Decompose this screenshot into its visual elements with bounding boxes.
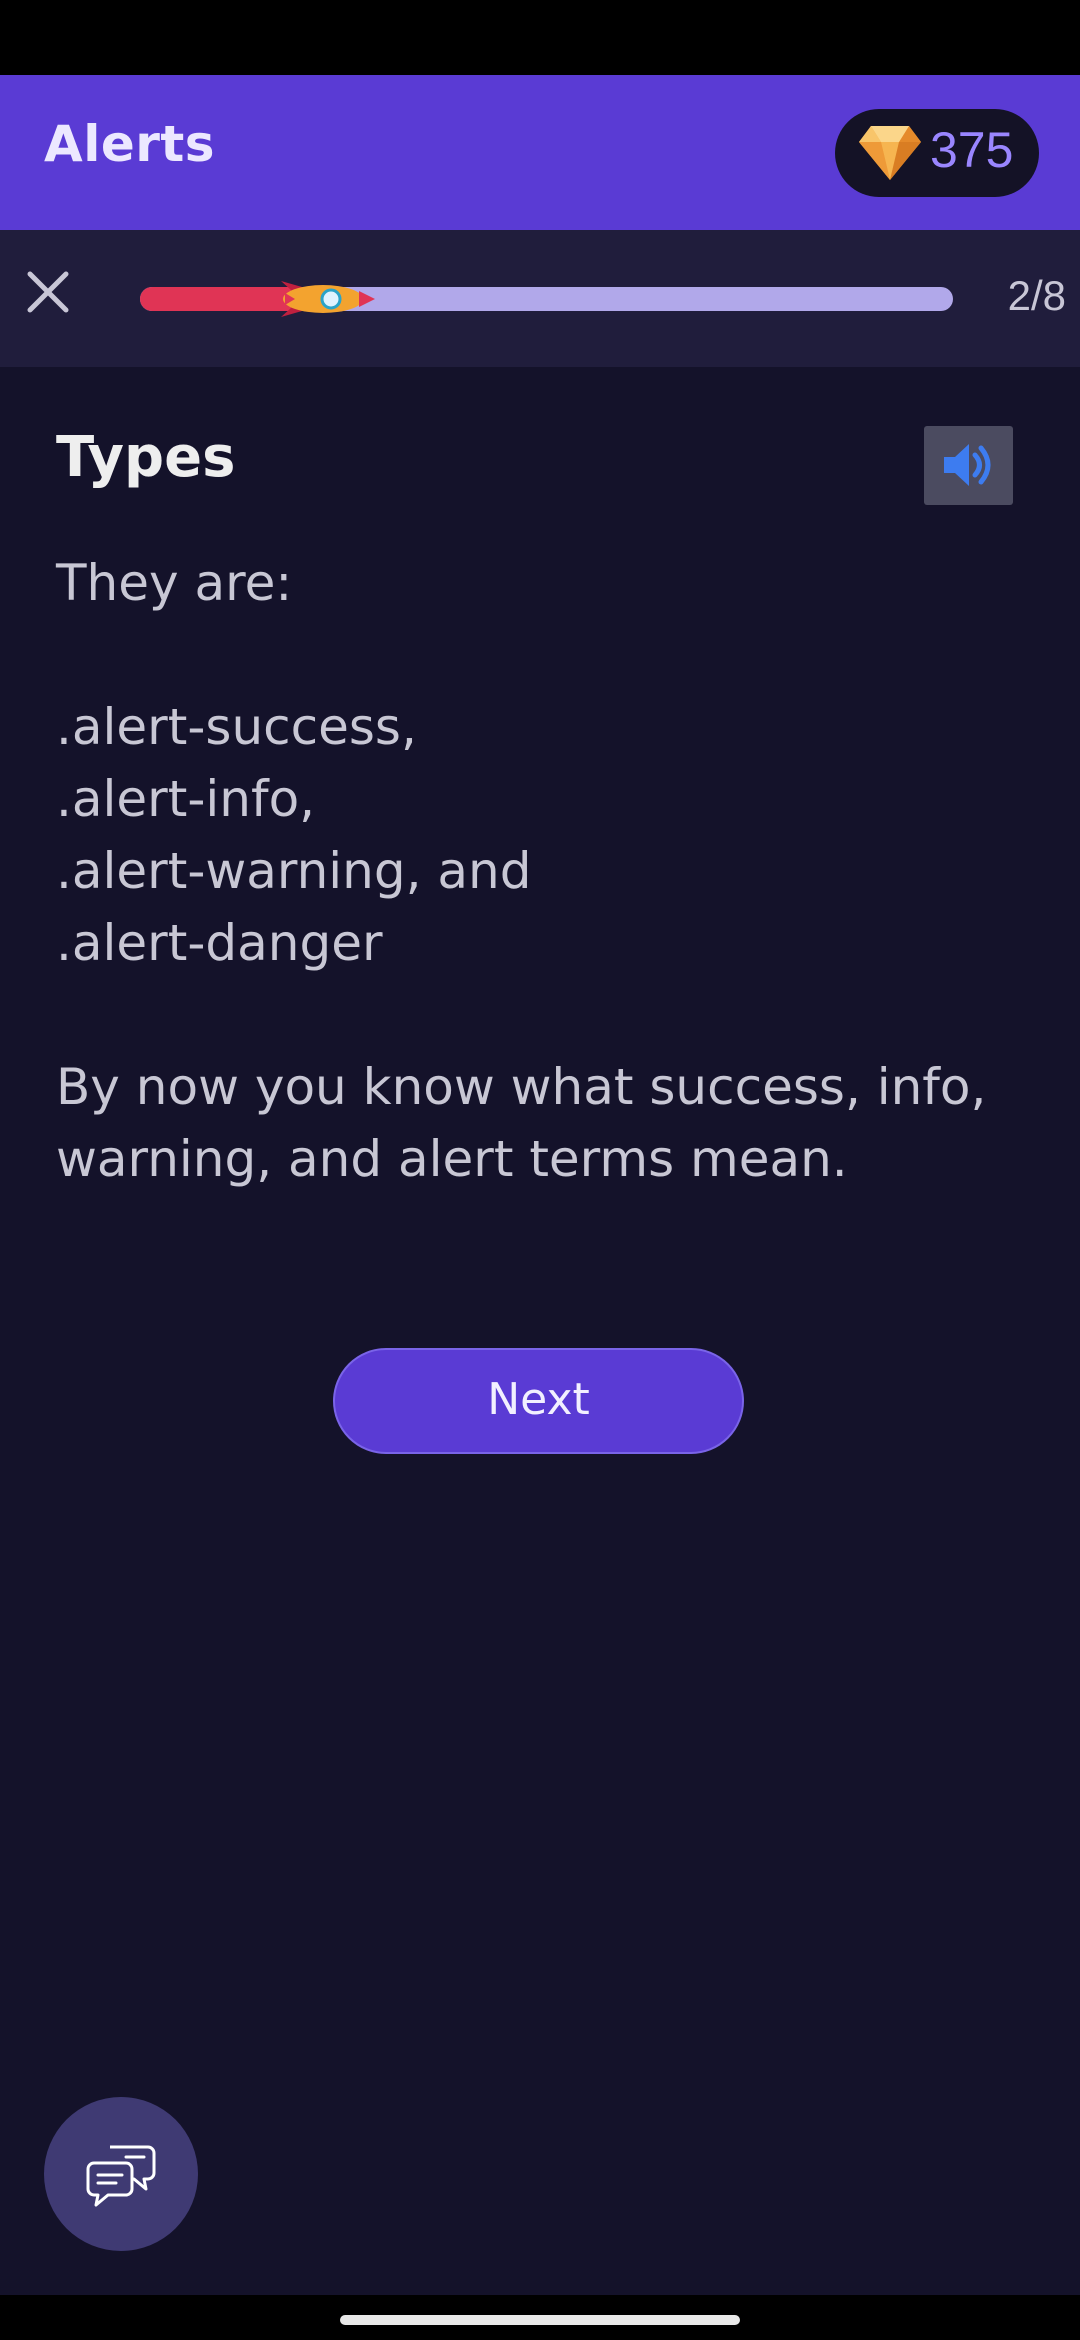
status-bar [0,0,1080,75]
list-item: .alert-warning, and [56,842,532,900]
lesson-title: Types [56,425,236,490]
chat-bubbles-icon [86,2145,156,2207]
speaker-icon [944,444,991,486]
lesson-intro: They are: [56,554,293,612]
close-button[interactable] [18,262,78,322]
list-item: .alert-success, [56,698,417,756]
progress-track [140,281,953,317]
page-title: Alerts [44,115,216,173]
sound-button[interactable] [924,426,1013,505]
next-button[interactable]: Next [333,1348,744,1454]
lesson-progress-bar: 2/8 [0,230,1080,367]
progress-count: 2/8 [1007,272,1066,319]
gems-badge[interactable]: 375 [835,109,1039,197]
close-icon [27,271,69,313]
home-indicator[interactable] [340,2315,740,2325]
list-item: .alert-danger [56,914,383,972]
list-item: .alert-info, [56,770,316,828]
system-nav-bar [0,2295,1080,2340]
lesson-content: Types They are: .alert-success, .alert-i… [0,367,1080,2295]
gems-count: 375 [930,122,1014,178]
diamond-gem-icon [859,126,921,180]
chat-button[interactable] [44,2097,198,2251]
rocket-icon [281,281,376,317]
lesson-summary: By now you know what success, info, warn… [56,1058,987,1188]
app-header: Alerts 375 [0,75,1080,230]
lesson-body: They are: .alert-success, .alert-info, .… [56,547,1036,1195]
